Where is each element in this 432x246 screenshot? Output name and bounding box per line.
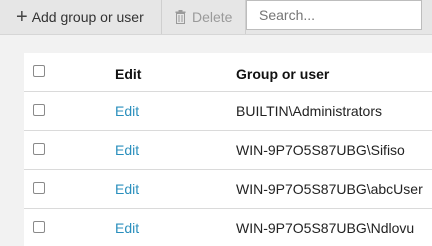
edit-link[interactable]: Edit	[115, 220, 139, 236]
plus-icon: +	[16, 6, 28, 28]
table-row: Edit WIN-9P7O5S87UBG\Sifiso	[24, 131, 432, 170]
table-row: Edit WIN-9P7O5S87UBG\abcUser	[24, 170, 432, 209]
select-all-checkbox[interactable]	[33, 65, 45, 77]
permissions-table: Edit Group or user Edit BUILTIN\Administ…	[24, 53, 432, 246]
table-row: Edit BUILTIN\Administrators	[24, 92, 432, 131]
toolbar: + Add group or user Delete	[0, 0, 432, 35]
add-group-or-user-label: Add group or user	[31, 9, 144, 25]
group-or-user-name: BUILTIN\Administrators	[236, 103, 382, 119]
delete-label: Delete	[192, 9, 233, 25]
column-header-edit: Edit	[115, 66, 142, 82]
group-or-user-name: WIN-9P7O5S87UBG\Sifiso	[236, 142, 405, 158]
row-checkbox[interactable]	[33, 143, 45, 155]
delete-button[interactable]: Delete	[175, 0, 232, 34]
row-checkbox[interactable]	[33, 104, 45, 116]
row-checkbox[interactable]	[33, 221, 45, 233]
table-header-row: Edit Group or user	[24, 53, 432, 92]
column-header-group-or-user: Group or user	[236, 66, 330, 82]
toolbar-divider	[161, 0, 162, 34]
group-or-user-name: WIN-9P7O5S87UBG\Ndlovu	[236, 220, 415, 236]
add-group-or-user-button[interactable]: + Add group or user	[16, 0, 144, 34]
row-checkbox[interactable]	[33, 182, 45, 194]
group-or-user-name: WIN-9P7O5S87UBG\abcUser	[236, 181, 423, 197]
trash-icon	[175, 10, 186, 24]
edit-link[interactable]: Edit	[115, 181, 139, 197]
edit-link[interactable]: Edit	[115, 142, 139, 158]
search-input[interactable]	[246, 0, 422, 30]
edit-link[interactable]: Edit	[115, 103, 139, 119]
table-row: Edit WIN-9P7O5S87UBG\Ndlovu	[24, 209, 432, 246]
